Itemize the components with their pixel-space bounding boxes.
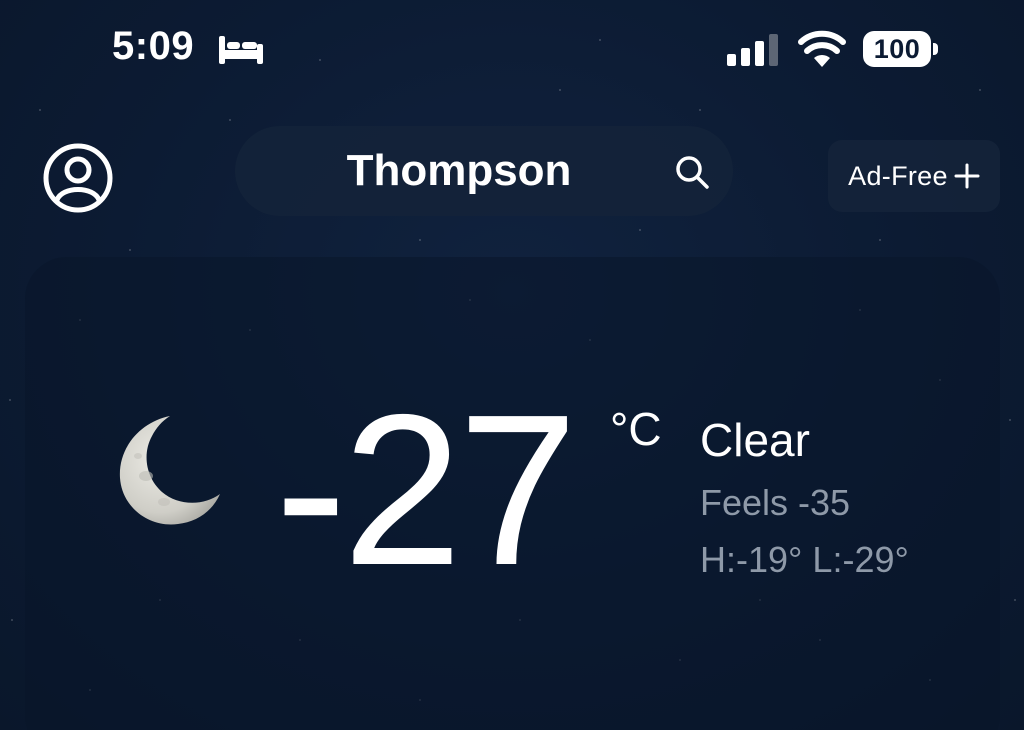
- profile-button[interactable]: [42, 142, 114, 214]
- status-bar: 5:09 100: [0, 0, 1024, 100]
- location-name: Thompson: [346, 146, 572, 195]
- plus-icon: [954, 163, 980, 189]
- wifi-icon: [798, 30, 846, 67]
- search-icon[interactable]: [672, 152, 712, 192]
- high-low-temperature: H:-19° L:-29°: [700, 539, 909, 580]
- battery-tip: [933, 43, 938, 55]
- temperature-unit: °C: [610, 403, 662, 455]
- current-temperature: -27: [275, 369, 578, 610]
- status-time: 5:09: [112, 24, 195, 68]
- weather-condition: Clear: [700, 414, 810, 466]
- ad-free-button[interactable]: Ad-Free: [828, 140, 1000, 212]
- cellular-signal-icon: [727, 34, 778, 66]
- ad-free-label: Ad-Free: [848, 160, 948, 191]
- bed-icon: [219, 36, 263, 64]
- moon-icon: [119, 416, 220, 525]
- location-search-bar[interactable]: Thompson: [235, 126, 733, 216]
- battery-indicator: 100: [863, 31, 939, 69]
- battery-body: 100: [863, 31, 931, 67]
- feels-like-temperature: Feels -35: [700, 482, 851, 523]
- person-circle-icon: [43, 143, 113, 213]
- battery-level: 100: [873, 33, 921, 64]
